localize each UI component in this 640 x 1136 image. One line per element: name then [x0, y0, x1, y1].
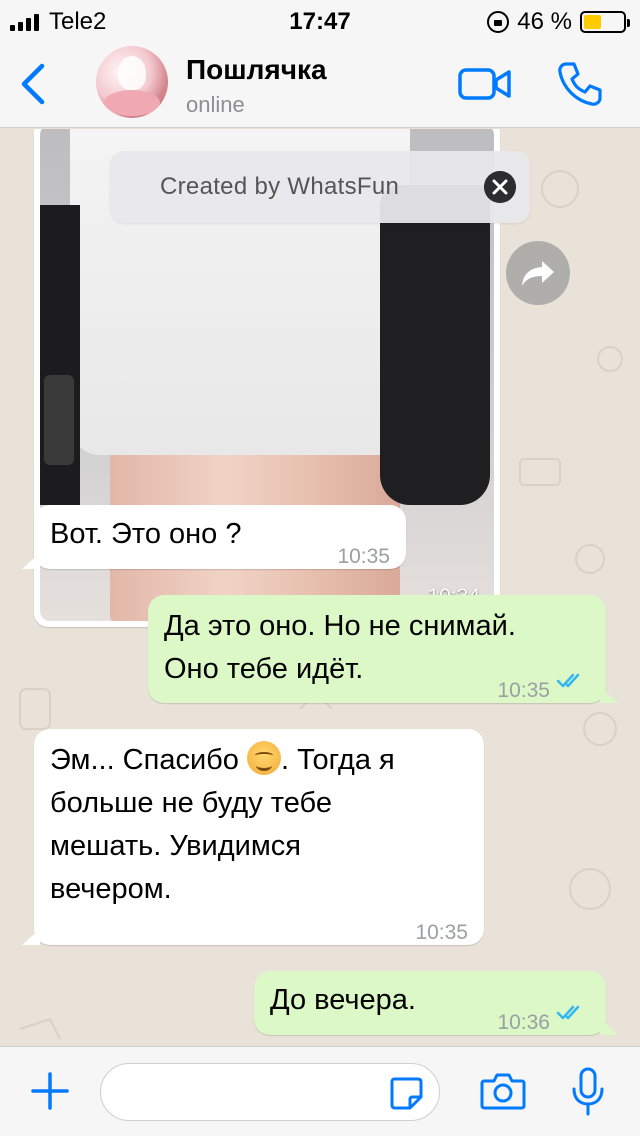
rotation-lock-icon: [487, 11, 510, 33]
avatar[interactable]: [96, 46, 168, 118]
camera-icon[interactable]: [480, 1071, 526, 1111]
message-text: Эм... Спасибо . Тогда я больше не буду т…: [50, 739, 470, 911]
message-timestamp: 10:35: [337, 545, 390, 568]
message-timestamp: 10:35: [497, 679, 550, 702]
chat-area[interactable]: 10:34 Created by WhatsFun Вот. Это оно ?…: [0, 129, 640, 1046]
chevron-left-icon[interactable]: [18, 62, 48, 106]
read-receipt-icon: [556, 673, 580, 688]
chat-header: Пошлячка online: [0, 40, 640, 128]
message-bubble-outgoing[interactable]: До вечера. 10:36: [254, 971, 618, 1035]
battery-percent: 46 %: [517, 8, 572, 35]
read-receipt-icon: [556, 1005, 580, 1020]
relieved-smile-emoji: [246, 741, 281, 775]
plus-icon[interactable]: [30, 1071, 70, 1111]
forward-icon[interactable]: [506, 241, 570, 305]
message-timestamp: 10:35: [415, 921, 468, 944]
message-bubble-incoming[interactable]: Эм... Спасибо . Тогда я больше не буду т…: [22, 729, 484, 945]
phone-icon[interactable]: [556, 60, 604, 108]
message-timestamp: 10:36: [497, 1011, 550, 1034]
microphone-icon[interactable]: [570, 1067, 606, 1117]
message-line: Да это оно. Но не снимай.: [164, 610, 516, 642]
video-camera-icon[interactable]: [458, 66, 512, 102]
status-right: 46 %: [487, 8, 630, 36]
close-icon[interactable]: [484, 171, 516, 203]
message-input-bar: [0, 1046, 640, 1136]
contact-name[interactable]: Пошлячка: [186, 54, 327, 86]
message-line: мешать. Увидимся: [50, 830, 301, 862]
watermark-banner: Created by WhatsFun: [110, 151, 530, 223]
message-bubble-outgoing[interactable]: Да это оно. Но не снимай. Оно тебе идёт.…: [148, 595, 618, 703]
message-line: больше не буду тебе: [50, 787, 332, 819]
message-line: вечером.: [50, 873, 172, 905]
contact-status: online: [186, 92, 245, 117]
sticker-icon[interactable]: [388, 1075, 424, 1111]
message-bubble-incoming[interactable]: Вот. Это оно ? 10:35: [22, 505, 406, 569]
banner-text: Created by WhatsFun: [160, 173, 400, 200]
battery-icon: [580, 11, 630, 33]
status-bar: Tele2 17:47 46 %: [0, 0, 640, 40]
battery-level: [584, 15, 602, 29]
